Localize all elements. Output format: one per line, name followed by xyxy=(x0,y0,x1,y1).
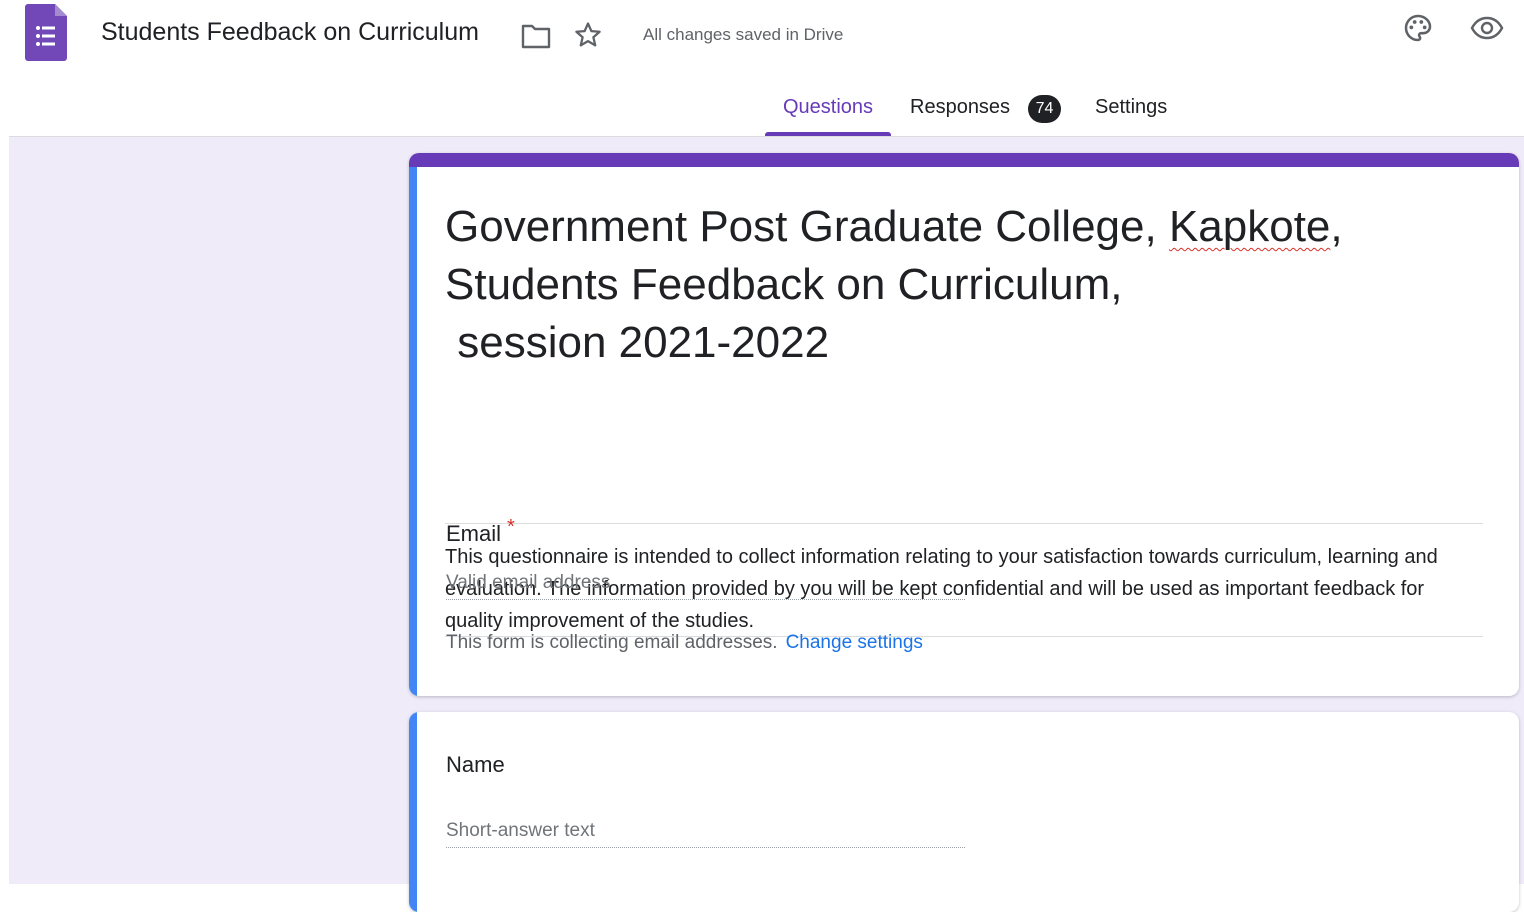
name-question-label: Name xyxy=(446,752,505,777)
responses-count-badge: 74 xyxy=(1028,95,1061,123)
google-forms-icon[interactable] xyxy=(25,4,67,61)
theme-color-bar xyxy=(409,153,1519,167)
email-input[interactable] xyxy=(446,566,965,600)
customize-theme-button[interactable] xyxy=(1400,10,1436,46)
card-indicator xyxy=(409,712,417,912)
save-status: All changes saved in Drive xyxy=(643,25,844,44)
change-settings-link[interactable]: Change settings xyxy=(786,632,923,653)
folder-icon xyxy=(521,24,551,49)
star-button[interactable] xyxy=(572,19,604,51)
title-divider xyxy=(445,523,1483,524)
form-header-card[interactable]: Government Post Graduate College, Kapkot… xyxy=(409,153,1519,696)
top-bar: Students Feedback on Curriculum All chan… xyxy=(0,0,1524,136)
email-collection-note: This form is collecting email addresses.… xyxy=(446,632,923,654)
question-card-name[interactable] xyxy=(409,712,1519,912)
tab-label: Settings xyxy=(1095,96,1168,118)
selected-card-indicator xyxy=(409,167,417,696)
title-text: session 2021-2022 xyxy=(445,318,830,367)
star-icon xyxy=(575,22,601,47)
tab-questions[interactable]: Questions xyxy=(765,96,891,136)
form-title[interactable]: Government Post Graduate College, Kapkot… xyxy=(445,198,1485,372)
tab-label: Responses xyxy=(910,96,1011,118)
document-title[interactable]: Students Feedback on Curriculum xyxy=(101,18,479,47)
title-text: , xyxy=(1330,202,1343,251)
title-text: Government Post Graduate College, xyxy=(445,202,1169,251)
tab-responses[interactable]: Responses xyxy=(910,96,1010,136)
misspelled-word: Kapkote xyxy=(1168,202,1331,251)
title-text: Students Feedback on Curriculum, xyxy=(445,260,1123,309)
name-input[interactable] xyxy=(446,814,965,848)
collection-note-text: This form is collecting email addresses. xyxy=(446,632,778,653)
tab-settings[interactable]: Settings xyxy=(1095,96,1167,136)
email-label-text: Email xyxy=(446,521,502,546)
eye-icon xyxy=(1470,16,1504,40)
palette-icon xyxy=(1404,14,1432,42)
move-to-folder-button[interactable] xyxy=(520,20,552,52)
preview-button[interactable] xyxy=(1468,10,1506,46)
required-asterisk: * xyxy=(507,516,515,538)
email-question-label: Email * xyxy=(446,516,515,547)
tab-label: Questions xyxy=(782,96,874,118)
